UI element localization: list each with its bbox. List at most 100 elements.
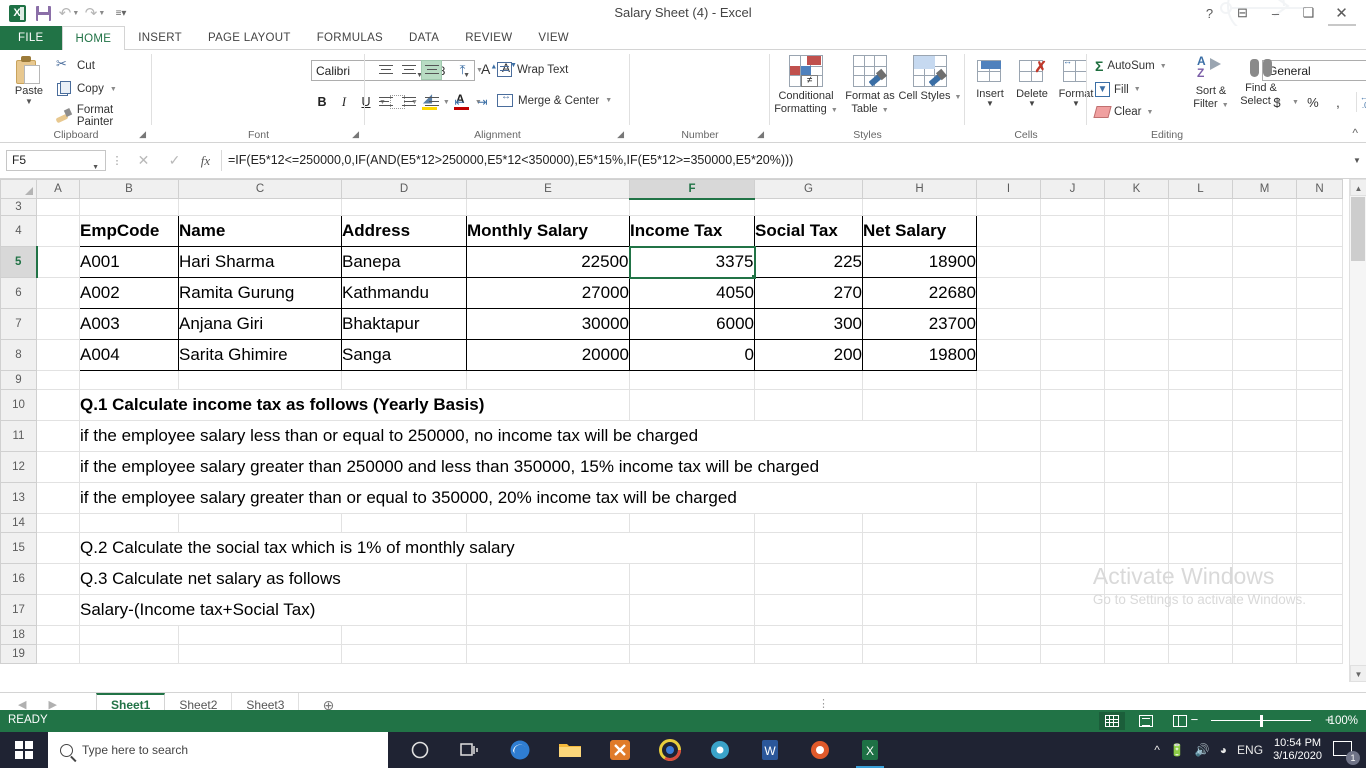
chevron-down-icon[interactable]: ▼ [110, 86, 117, 93]
cell-c4[interactable]: Name [178, 215, 342, 247]
notifications-icon[interactable]: 1 [1332, 737, 1360, 765]
fill-button[interactable]: ▼ Fill ▼ [1095, 82, 1141, 97]
cell-b8[interactable]: A004 [79, 339, 179, 371]
cell-d4[interactable]: Address [341, 215, 467, 247]
number-dialog-launcher[interactable]: ◢ [757, 129, 764, 140]
cell-j7[interactable] [1040, 308, 1105, 340]
row-header-8[interactable]: 8 [0, 339, 37, 371]
cell-c5[interactable]: Hari Sharma [178, 246, 342, 278]
cell-b18[interactable] [79, 625, 179, 645]
cell-g10[interactable] [754, 389, 863, 421]
cell-m13[interactable] [1232, 482, 1297, 514]
wifi-icon[interactable]: ◕ [1220, 743, 1227, 757]
cell-b17[interactable]: Salary-(Income tax+Social Tax) [79, 594, 467, 626]
page-break-view-button[interactable] [1167, 712, 1193, 730]
cell-b13[interactable]: if the employee salary greater than or e… [79, 482, 977, 514]
cell-e3[interactable] [466, 198, 630, 216]
cell-g4[interactable]: Social Tax [754, 215, 863, 247]
zoom-level-label[interactable]: 100% [1329, 715, 1358, 727]
cell-m15[interactable] [1232, 532, 1297, 564]
cell-n16[interactable] [1296, 563, 1343, 595]
cell-a13[interactable] [36, 482, 80, 514]
cell-c14[interactable] [178, 513, 342, 533]
cancel-formula-icon[interactable]: ✕ [128, 152, 159, 169]
cell-m19[interactable] [1232, 644, 1297, 664]
cell-l7[interactable] [1168, 308, 1233, 340]
name-box[interactable]: F5 ▼ [6, 150, 106, 171]
cell-i17[interactable] [976, 594, 1041, 626]
cell-g5[interactable]: 225 [754, 246, 863, 278]
cell-e14[interactable] [466, 513, 630, 533]
cell-i8[interactable] [976, 339, 1041, 371]
cell-i16[interactable] [976, 563, 1041, 595]
collapse-ribbon-icon[interactable]: ^ [1352, 126, 1358, 140]
cell-i7[interactable] [976, 308, 1041, 340]
cell-b3[interactable] [79, 198, 179, 216]
cell-a6[interactable] [36, 277, 80, 309]
cell-b15[interactable]: Q.2 Calculate the social tax which is 1%… [79, 532, 755, 564]
row-header-10[interactable]: 10 [0, 389, 37, 421]
chevron-down-icon[interactable]: ▼ [882, 107, 889, 114]
cell-e16[interactable] [466, 563, 630, 595]
paste-button[interactable]: Paste ▼ [8, 54, 50, 106]
row-header-13[interactable]: 13 [0, 482, 37, 514]
cell-n12[interactable] [1296, 451, 1343, 483]
cell-l18[interactable] [1168, 625, 1233, 645]
cell-i9[interactable] [976, 370, 1041, 390]
cell-a3[interactable] [36, 198, 80, 216]
cell-f7[interactable]: 6000 [629, 308, 755, 340]
cell-h19[interactable] [862, 644, 977, 664]
cell-j15[interactable] [1040, 532, 1105, 564]
column-header-c[interactable]: C [178, 179, 342, 199]
chevron-down-icon[interactable]: ▼ [1160, 63, 1167, 70]
format-as-table-button[interactable]: Format as Table ▼ [838, 54, 902, 117]
alignment-dialog-launcher[interactable]: ◢ [617, 129, 624, 140]
cell-e5[interactable]: 22500 [466, 246, 630, 278]
cell-m12[interactable] [1232, 451, 1297, 483]
spreadsheet-grid[interactable]: A B C D E F G H I J K L M N 3 4 EmpCode … [0, 179, 1366, 682]
cell-b4[interactable]: EmpCode [79, 215, 179, 247]
cell-e8[interactable]: 20000 [466, 339, 630, 371]
cell-d14[interactable] [341, 513, 467, 533]
vertical-scrollbar[interactable]: ▲ ▼ [1349, 179, 1366, 682]
cell-j8[interactable] [1040, 339, 1105, 371]
cell-l19[interactable] [1168, 644, 1233, 664]
cell-n19[interactable] [1296, 644, 1343, 664]
cell-l17[interactable] [1168, 594, 1233, 626]
volume-icon[interactable]: 🔊 [1195, 743, 1210, 757]
ribbon-tabs[interactable]: FILE HOME INSERT PAGE LAYOUT FORMULAS DA… [0, 26, 1366, 51]
italic-button[interactable]: I [334, 92, 354, 112]
cell-e9[interactable] [466, 370, 630, 390]
taskbar-app-icons[interactable]: W X [396, 732, 894, 768]
tab-page-layout[interactable]: PAGE LAYOUT [195, 26, 304, 50]
cell-g6[interactable]: 270 [754, 277, 863, 309]
cell-c3[interactable] [178, 198, 342, 216]
row-header-19[interactable]: 19 [0, 644, 37, 664]
cell-g14[interactable] [754, 513, 863, 533]
increase-indent-button[interactable]: ⇥ [475, 92, 496, 112]
formula-input[interactable]: =IF(E5*12<=250000,0,IF(AND(E5*12>250000,… [221, 150, 1348, 171]
expand-formula-bar-icon[interactable]: ▼ [1348, 156, 1366, 165]
column-header-g[interactable]: G [754, 179, 863, 199]
cell-b11[interactable]: if the employee salary less than or equa… [79, 420, 977, 452]
cell-n3[interactable] [1296, 198, 1343, 216]
row-header-7[interactable]: 7 [0, 308, 37, 340]
cell-b6[interactable]: A002 [79, 277, 179, 309]
cell-j6[interactable] [1040, 277, 1105, 309]
cell-b5[interactable]: A001 [79, 246, 179, 278]
sheet-split-handle[interactable]: ⋮ [818, 697, 829, 710]
minimize-icon[interactable]: – [1259, 3, 1292, 23]
cell-i10[interactable] [976, 389, 1041, 421]
percent-style-button[interactable]: % [1302, 92, 1324, 112]
zoom-in-icon[interactable]: + [1325, 712, 1333, 727]
cell-i3[interactable] [976, 198, 1041, 216]
system-tray[interactable]: ^ 🔋 🔊 ◕ ENG 10:54 PM 3/16/2020 1 [1154, 732, 1366, 768]
cell-f18[interactable] [629, 625, 755, 645]
cell-c19[interactable] [178, 644, 342, 664]
comma-style-button[interactable]: , [1327, 92, 1349, 112]
column-header-e[interactable]: E [466, 179, 630, 199]
cell-n7[interactable] [1296, 308, 1343, 340]
cell-k11[interactable] [1104, 420, 1169, 452]
cell-a7[interactable] [36, 308, 80, 340]
cell-b19[interactable] [79, 644, 179, 664]
